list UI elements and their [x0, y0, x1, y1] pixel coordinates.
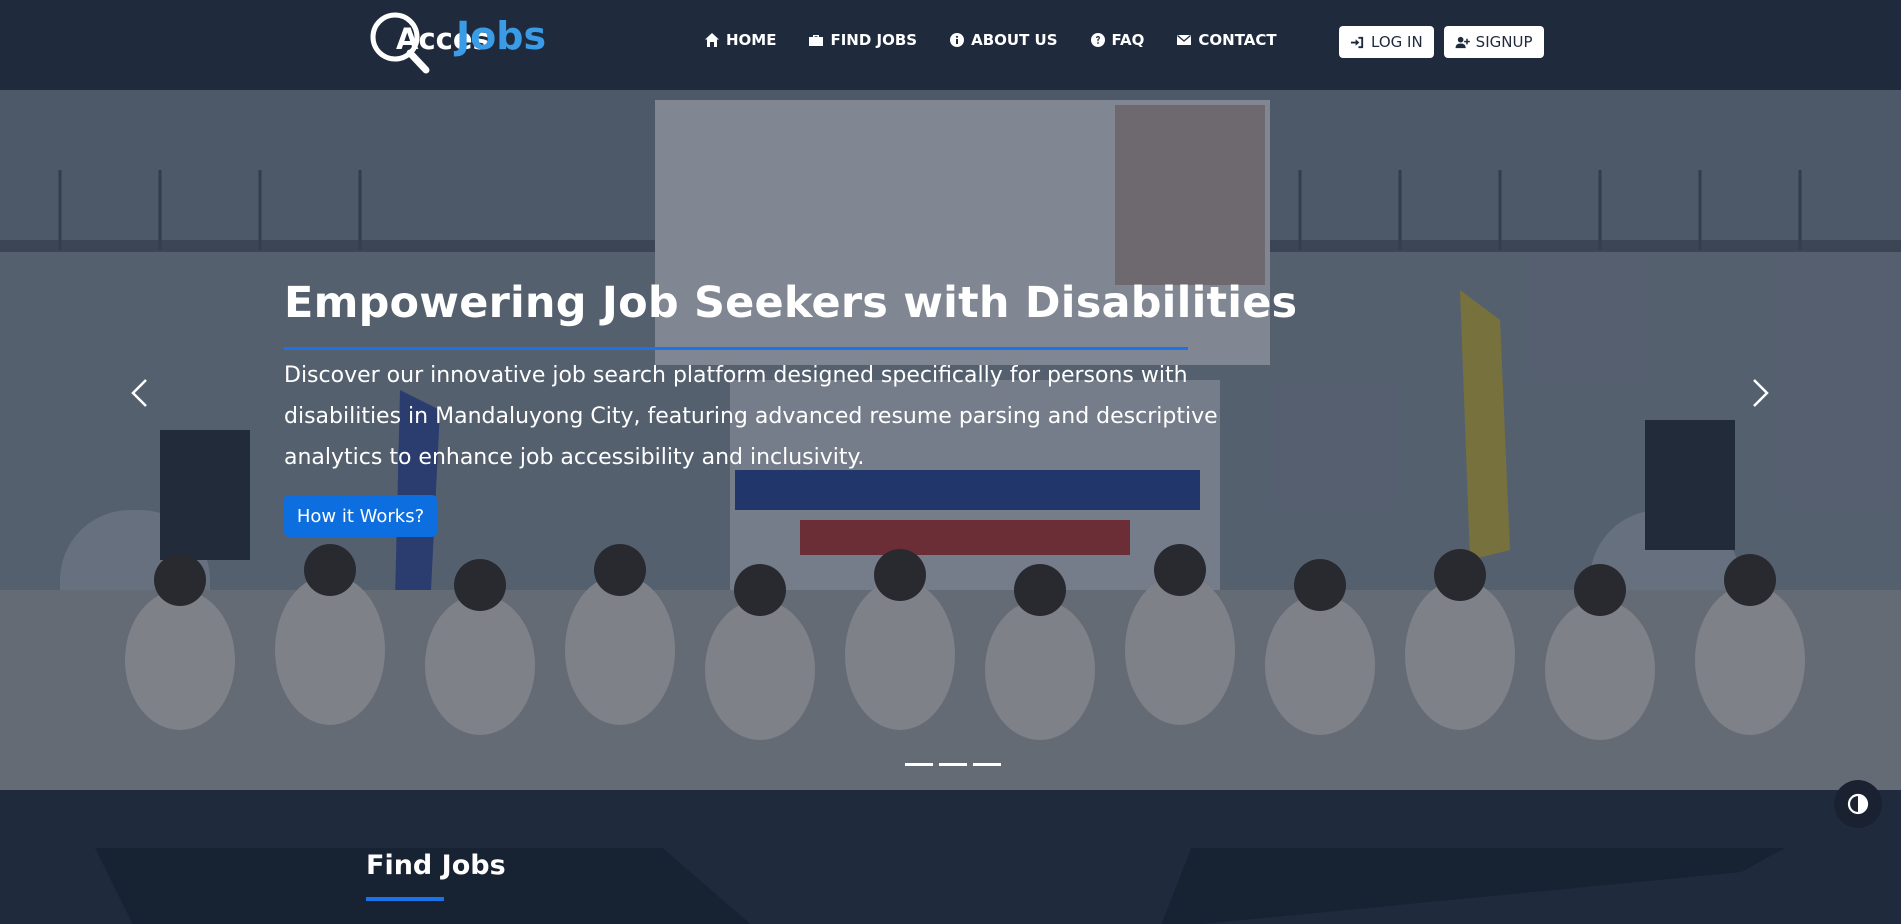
find-jobs-underline — [366, 897, 444, 901]
find-jobs-title: Find Jobs — [366, 850, 506, 881]
nav-faq[interactable]: FAQ — [1090, 31, 1145, 49]
find-jobs-section: Find Jobs — [0, 790, 1901, 924]
nav-contact-label: CONTACT — [1198, 31, 1277, 49]
sign-in-icon — [1350, 36, 1364, 48]
hero-description: Discover our innovative job search platf… — [284, 363, 1218, 470]
login-label: LOG IN — [1371, 33, 1423, 51]
carousel-indicator-2[interactable] — [939, 763, 967, 766]
how-it-works-button[interactable]: How it Works? — [284, 495, 437, 537]
carousel-indicator-3[interactable] — [973, 763, 1001, 766]
signup-button[interactable]: SIGNUP — [1443, 26, 1544, 58]
nav-about-us[interactable]: ABOUT US — [949, 31, 1058, 49]
site-header: Acces Jobs HOME FIND JOBS ABOUT US FAQ C… — [0, 0, 1901, 90]
carousel-next-button[interactable] — [1748, 378, 1772, 408]
contrast-icon — [1847, 793, 1869, 815]
user-plus-icon — [1455, 36, 1470, 48]
contrast-toggle-button[interactable] — [1834, 780, 1882, 828]
nav-home-label: HOME — [726, 31, 777, 49]
nav-find-jobs[interactable]: FIND JOBS — [808, 31, 917, 49]
nav-faq-label: FAQ — [1111, 31, 1145, 49]
chevron-right-icon — [1753, 379, 1769, 407]
carousel-indicators — [905, 763, 1001, 766]
decorative-band-right — [1160, 848, 1785, 924]
accessjobs-logo[interactable]: Acces Jobs — [366, 12, 552, 74]
envelope-icon — [1177, 35, 1192, 45]
nav-home[interactable]: HOME — [704, 31, 776, 49]
briefcase-icon — [809, 35, 824, 46]
login-button[interactable]: LOG IN — [1339, 26, 1434, 58]
main-nav: HOME FIND JOBS ABOUT US FAQ CONTACT — [704, 31, 1277, 49]
hero-title: Empowering Job Seekers with Disabilities — [284, 278, 1298, 328]
auth-buttons: LOG IN SIGNUP — [1339, 26, 1544, 58]
info-icon — [950, 33, 965, 47]
nav-find-jobs-label: FIND JOBS — [830, 31, 918, 49]
signup-label: SIGNUP — [1475, 33, 1533, 51]
nav-contact[interactable]: CONTACT — [1176, 31, 1277, 49]
carousel-prev-button[interactable] — [128, 378, 152, 408]
hero-title-underline — [284, 347, 1188, 350]
hero-carousel: Empowering Job Seekers with Disabilities… — [0, 90, 1901, 790]
question-icon — [1090, 33, 1105, 47]
home-icon — [705, 33, 719, 47]
nav-about-us-label: ABOUT US — [971, 31, 1058, 49]
carousel-indicator-1[interactable] — [905, 763, 933, 766]
logo-text-jobs: Jobs — [456, 14, 547, 58]
chevron-left-icon — [131, 379, 147, 407]
